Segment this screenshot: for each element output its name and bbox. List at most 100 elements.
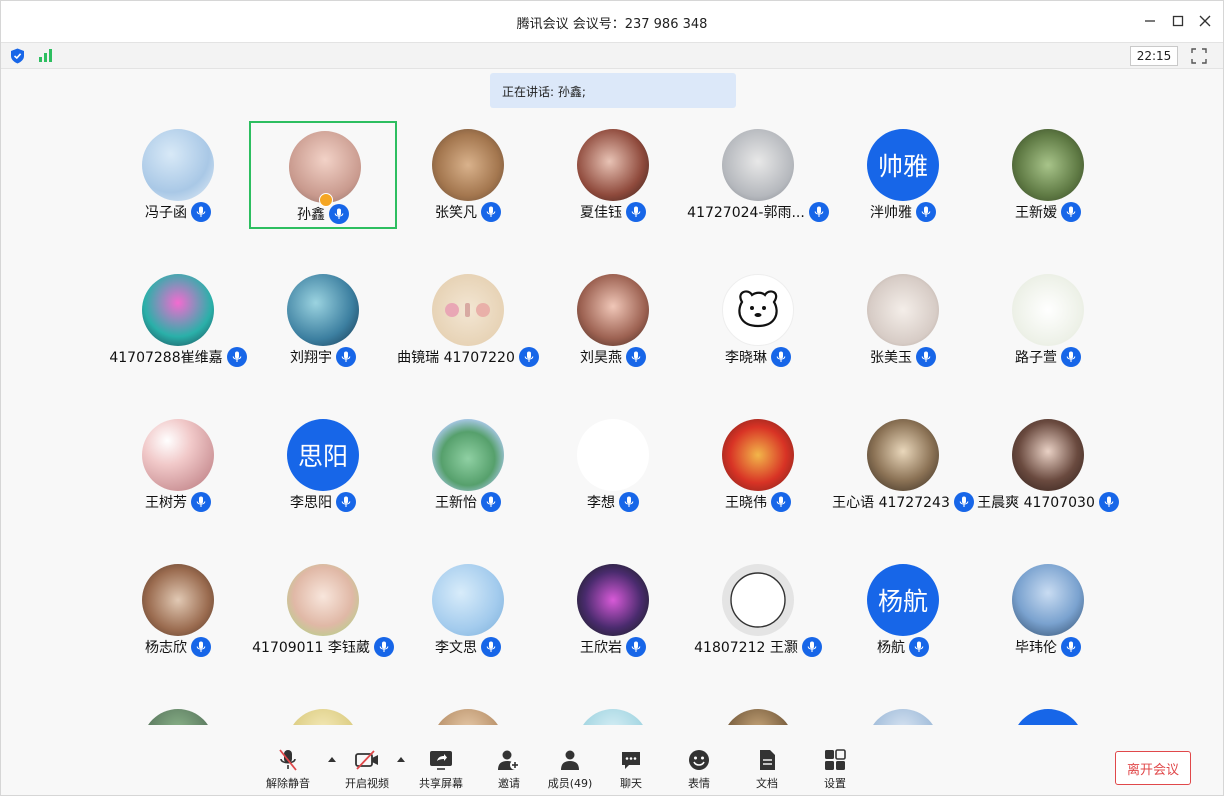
- share-screen-button[interactable]: 共享屏幕: [409, 747, 473, 793]
- share-screen-icon: [428, 747, 454, 773]
- participant-name: 毕玮伦: [1015, 640, 1057, 656]
- participant-tile[interactable]: 王新怡: [394, 411, 542, 519]
- participant-tile[interactable]: 杨航 杨航: [829, 556, 977, 664]
- participant-avatar: [577, 709, 649, 725]
- avatar-initials: 帅雅: [877, 152, 928, 181]
- participant-tile[interactable]: 王心语 41727243: [829, 411, 977, 519]
- network-signal-icon[interactable]: [38, 48, 54, 63]
- fullscreen-icon[interactable]: [1190, 47, 1208, 65]
- mic-icon: [619, 492, 639, 512]
- participant-tile[interactable]: 41807212 王灏: [684, 556, 832, 664]
- participant-name: 冯子函: [145, 205, 187, 221]
- participant-tile[interactable]: [684, 701, 832, 725]
- participant-tile[interactable]: 王新嫒: [974, 121, 1122, 229]
- participant-avatar: [432, 129, 504, 201]
- participant-avatar: [1012, 129, 1084, 201]
- participant-tile[interactable]: [249, 701, 397, 725]
- participant-tile[interactable]: 李晓琳: [684, 266, 832, 374]
- emoji-label: 表情: [688, 777, 710, 790]
- participant-avatar: [1012, 274, 1084, 346]
- mic-icon: [916, 347, 936, 367]
- participant-tile[interactable]: [394, 701, 542, 725]
- participant-tile[interactable]: 李文思: [394, 556, 542, 664]
- mic-icon: [481, 202, 501, 222]
- participant-tile[interactable]: 思阳李思阳: [249, 411, 397, 519]
- settings-button[interactable]: 设置: [803, 747, 867, 793]
- participant-avatar: [287, 709, 359, 725]
- settings-label: 设置: [824, 777, 846, 790]
- participant-tile[interactable]: [829, 701, 977, 725]
- participant-tile[interactable]: 41727024-郭雨...: [684, 121, 832, 229]
- video-options-caret-icon[interactable]: [397, 757, 405, 762]
- participant-tile[interactable]: 曲镜瑞 41707220: [394, 266, 542, 374]
- mic-icon: [626, 347, 646, 367]
- avatar-initials: 杨航: [877, 587, 928, 616]
- participant-tile[interactable]: 毕玮伦: [974, 556, 1122, 664]
- participant-tile[interactable]: 孙鑫: [249, 121, 397, 229]
- participant-avatar: [1012, 419, 1084, 491]
- participant-avatar: [287, 564, 359, 636]
- participant-tile[interactable]: [539, 701, 687, 725]
- participant-tile[interactable]: 张美玉: [829, 266, 977, 374]
- mic-icon: [1061, 202, 1081, 222]
- avatar-initials: 思阳: [297, 442, 348, 471]
- participant-tile[interactable]: 刘翔宇: [249, 266, 397, 374]
- start-video-label: 开启视频: [345, 777, 389, 790]
- participant-tile[interactable]: 王欣岩: [539, 556, 687, 664]
- chat-bubble-icon: [618, 747, 644, 773]
- members-button[interactable]: 成员(49): [538, 747, 602, 793]
- participant-tile[interactable]: 李想: [539, 411, 687, 519]
- participant-avatar: [432, 419, 504, 491]
- docs-button[interactable]: 文档: [735, 747, 799, 793]
- participant-tile[interactable]: 41707288崔维嘉: [104, 266, 252, 374]
- participant-avatar: [577, 419, 649, 491]
- participant-avatar: 帅雅: [867, 129, 939, 201]
- participant-tile[interactable]: 帅雅 泮帅雅: [829, 121, 977, 229]
- participant-avatar: [722, 709, 794, 725]
- participant-tile[interactable]: 刘昊燕: [539, 266, 687, 374]
- participant-tile[interactable]: 杨志欣: [104, 556, 252, 664]
- mic-icon: [1061, 347, 1081, 367]
- mic-icon: [191, 492, 211, 512]
- mic-icon: [336, 492, 356, 512]
- participant-tile[interactable]: 王晨爽 41707030: [974, 411, 1122, 519]
- participant-avatar: [142, 274, 214, 346]
- participant-avatar: [142, 709, 214, 725]
- maximize-icon[interactable]: [1169, 12, 1187, 30]
- participant-tile[interactable]: 王树芳: [104, 411, 252, 519]
- participant-tile[interactable]: 路子萱: [974, 266, 1122, 374]
- participant-name: 路子萱: [1015, 350, 1057, 366]
- participant-name: 41807212 王灏: [694, 640, 798, 656]
- participant-avatar: [432, 274, 504, 346]
- participant-name: 李思阳: [290, 495, 332, 511]
- invite-button[interactable]: 邀请: [477, 747, 541, 793]
- participant-tile[interactable]: 王晓伟: [684, 411, 832, 519]
- participant-name: 王树芳: [145, 495, 187, 511]
- participant-avatar: [722, 564, 794, 636]
- close-icon[interactable]: [1196, 12, 1214, 30]
- security-shield-icon[interactable]: [10, 48, 25, 64]
- grid-settings-icon: [822, 747, 848, 773]
- participant-avatar: [577, 564, 649, 636]
- participant-tile[interactable]: 冯子函: [104, 121, 252, 229]
- participant-grid: 冯子函 孙鑫 张笑凡 夏佳钰 41727024-郭雨... 帅雅 泮帅雅 王新嫒 4170728…: [104, 121, 1124, 725]
- share-screen-label: 共享屏幕: [419, 777, 463, 790]
- participant-tile[interactable]: [974, 701, 1122, 725]
- participant-avatar: [577, 129, 649, 201]
- participant-tile[interactable]: 夏佳钰: [539, 121, 687, 229]
- participant-tile[interactable]: [104, 701, 252, 725]
- emoji-button[interactable]: 表情: [667, 747, 731, 793]
- members-label: 成员(49): [547, 777, 593, 790]
- participant-tile[interactable]: 张笑凡: [394, 121, 542, 229]
- user-icon: [557, 747, 583, 773]
- leave-meeting-button[interactable]: 离开会议: [1115, 751, 1191, 785]
- participant-name: 张美玉: [870, 350, 912, 366]
- participant-avatar: [722, 419, 794, 491]
- participant-tile[interactable]: 41709011 李钰葳: [249, 556, 397, 664]
- chat-button[interactable]: 聊天: [599, 747, 663, 793]
- participant-avatar: [722, 129, 794, 201]
- mic-icon: [191, 637, 211, 657]
- minimize-icon[interactable]: [1141, 12, 1159, 30]
- start-video-button[interactable]: 开启视频: [335, 747, 399, 793]
- unmute-button[interactable]: 解除静音: [256, 747, 320, 793]
